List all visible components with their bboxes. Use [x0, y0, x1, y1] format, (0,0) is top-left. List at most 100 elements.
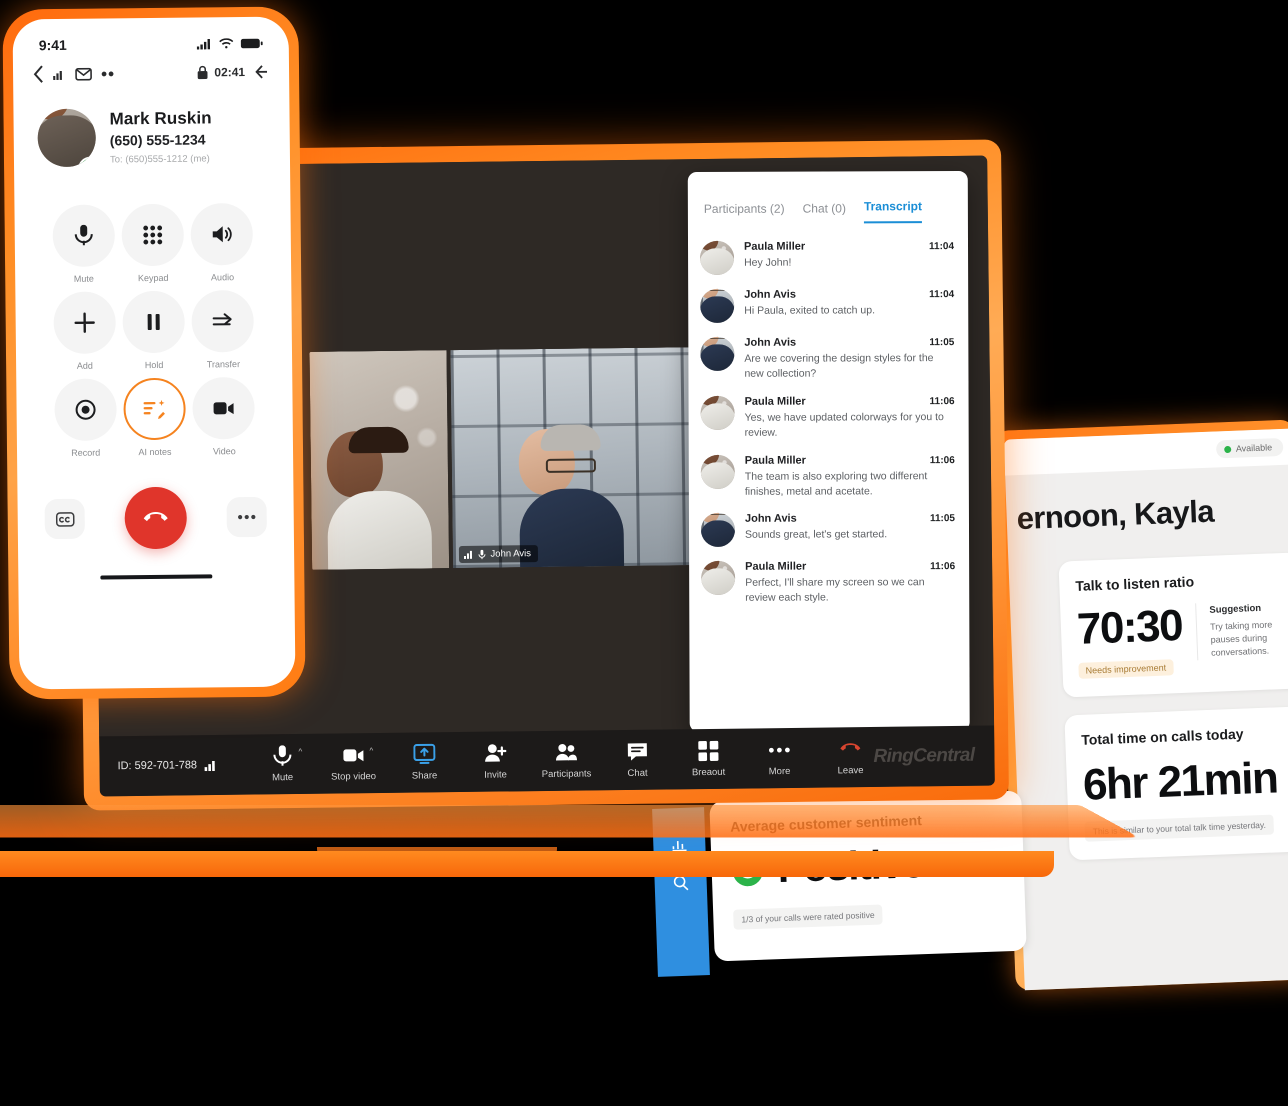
participant-name: John Avis — [490, 548, 532, 560]
transcript-speaker: Paula Miller — [744, 395, 806, 408]
tab-chat[interactable]: Chat (0) — [803, 201, 846, 223]
phone-key-mute[interactable]: Mute — [48, 204, 118, 284]
avatar — [700, 395, 735, 430]
head — [518, 424, 601, 496]
chevron-left-icon[interactable] — [33, 65, 44, 83]
transcript-entry-header: Paula Miller 11:06 — [745, 454, 955, 466]
toolbar-participants-button[interactable]: Participants — [542, 741, 591, 780]
record-icon — [53, 378, 117, 442]
navbar-left — [33, 64, 114, 83]
more-horizontal-icon[interactable] — [226, 496, 267, 538]
end-call-icon — [839, 738, 861, 760]
speaker-icon — [190, 202, 254, 266]
call-quality-icon — [101, 67, 114, 80]
toolbar-item-label: Share — [411, 770, 438, 782]
tab-participants[interactable]: Participants (2) — [704, 202, 785, 224]
tab-transcript[interactable]: Transcript — [863, 199, 923, 224]
transcript-speaker: Paula Miller — [743, 240, 806, 253]
transcript-entry-body: John Avis 11:05 Are we covering the desi… — [744, 336, 954, 382]
transcript-text: Yes, we have updated colorways for you t… — [744, 410, 944, 439]
phone-key-label: Add — [76, 360, 93, 371]
composite-product-scene: Available ernoon, Kayla Talk to listen r… — [0, 0, 1288, 1106]
avatar-figure — [700, 454, 735, 489]
hair — [348, 426, 409, 454]
transcript-entry: Paula Miller 11:04 Hey John! — [699, 233, 954, 282]
transcript-timestamp: 11:05 — [929, 513, 955, 525]
collapse-icon[interactable] — [251, 65, 268, 79]
phone-key-hold[interactable]: Hold — [119, 290, 189, 371]
head — [326, 426, 409, 498]
toolbar-leave-button[interactable]: Leave — [827, 738, 873, 777]
transcript-entry-body: Paula Miller 11:06 Yes, we have updated … — [745, 395, 955, 441]
transcript-speaker: John Avis — [744, 513, 797, 526]
transcript-entry-body: Paula Miller 11:06 Perfect, I'll share m… — [745, 560, 955, 606]
caller-to-line: To: (650)555-1212 (me) — [109, 153, 210, 166]
suggestion-title: Suggestion — [1209, 602, 1262, 616]
chevron-up-icon[interactable]: ^ — [298, 747, 302, 756]
video-camera-icon: ^ — [342, 744, 373, 766]
video-tiles: John Avis — [309, 347, 693, 570]
toolbar-invite-button[interactable]: Invite — [472, 742, 518, 781]
status-icons — [196, 37, 263, 50]
presence-label: Available — [1235, 442, 1273, 454]
metric-row: 70:30 Needs improvement Suggestion Try t… — [1076, 599, 1288, 679]
toolbar-chat-button[interactable]: Chat — [614, 741, 660, 780]
toolbar-mute-button[interactable]: ^ Mute — [259, 745, 305, 784]
avatar-figure — [700, 288, 735, 323]
transcript-timestamp: 11:06 — [929, 454, 955, 466]
phone-screen: 9:41 02:41 Mark Ruskin (650) 555-1234 To… — [12, 16, 296, 690]
video-tile[interactable] — [309, 350, 449, 570]
transcript-list[interactable]: Paula Miller 11:04 Hey John! John Avis 1… — [688, 223, 969, 621]
video-tile[interactable]: John Avis — [450, 347, 693, 569]
presence-badge[interactable]: Available — [1215, 437, 1284, 459]
toolbar-breaout-button[interactable]: Breaout — [685, 740, 731, 779]
glasses — [708, 336, 726, 339]
microphone-icon — [477, 549, 486, 559]
toolbar-share-button[interactable]: Share — [401, 743, 447, 782]
phone-key-ai-notes[interactable]: AI notes — [120, 377, 190, 458]
body — [700, 296, 735, 323]
phone-key-add[interactable]: Add — [49, 291, 119, 371]
laptop-base — [0, 799, 1140, 907]
transcript-entry-header: John Avis 11:05 — [745, 512, 955, 525]
phone-key-label: Audio — [210, 272, 235, 283]
meeting-side-panel: Participants (2) Chat (0) Transcript Pau… — [687, 171, 970, 732]
transcript-entry-body: John Avis 11:05 Sounds great, let's get … — [745, 512, 955, 547]
transcript-text: Sounds great, let's get started. — [745, 528, 888, 542]
card-title: Talk to listen ratio — [1075, 573, 1195, 594]
lock-icon — [197, 65, 208, 80]
transcript-entry-body: John Avis 11:04 Hi Paula, exited to catc… — [744, 288, 954, 323]
add-person-icon — [484, 742, 507, 764]
avatar — [699, 240, 735, 275]
pause-icon — [122, 290, 185, 354]
arrow-right-icon — [191, 289, 255, 353]
phone-key-video[interactable]: Video — [189, 376, 259, 457]
transcript-timestamp: 11:06 — [929, 395, 955, 407]
transcript-entry: John Avis 11:05 Sounds great, let's get … — [700, 505, 955, 554]
transcript-text: Perfect, I'll share my screen so we can … — [745, 576, 925, 605]
transcript-text: The team is also exploring two different… — [744, 469, 928, 498]
phone-key-audio[interactable]: Audio — [187, 202, 257, 283]
participant-figure — [326, 426, 433, 570]
panel-tabs: Participants (2) Chat (0) Transcript — [688, 171, 968, 224]
ai-notes-icon — [123, 377, 186, 441]
glasses — [546, 458, 597, 473]
transcript-entry: Paula Miller 11:06 The team is also expl… — [700, 447, 955, 507]
closed-captions-icon[interactable] — [44, 498, 85, 540]
phone-key-keypad[interactable]: Keypad — [118, 203, 188, 284]
phone-key-record[interactable]: Record — [50, 378, 120, 458]
chevron-up-icon[interactable]: ^ — [369, 746, 373, 755]
avatar — [700, 513, 736, 548]
microphone-icon: ^ — [271, 745, 302, 767]
people-icon — [555, 742, 577, 764]
toolbar-more-button[interactable]: More — [756, 739, 802, 778]
meeting-toolbar: ID: 592-701-788 ^ Mute ^ Stop video Share Inv… — [99, 725, 995, 797]
end-call-button[interactable] — [124, 486, 188, 550]
transcript-entry: John Avis 11:05 Are we covering the desi… — [700, 329, 954, 389]
toolbar-stop-video-button[interactable]: ^ Stop video — [330, 744, 376, 783]
phone-key-transfer[interactable]: Transfer — [188, 289, 258, 370]
transcript-entry: Paula Miller 11:06 Perfect, I'll share m… — [701, 553, 955, 613]
plus-icon — [53, 291, 116, 355]
phone-key-label: Keypad — [137, 272, 169, 284]
avatar — [701, 561, 736, 596]
